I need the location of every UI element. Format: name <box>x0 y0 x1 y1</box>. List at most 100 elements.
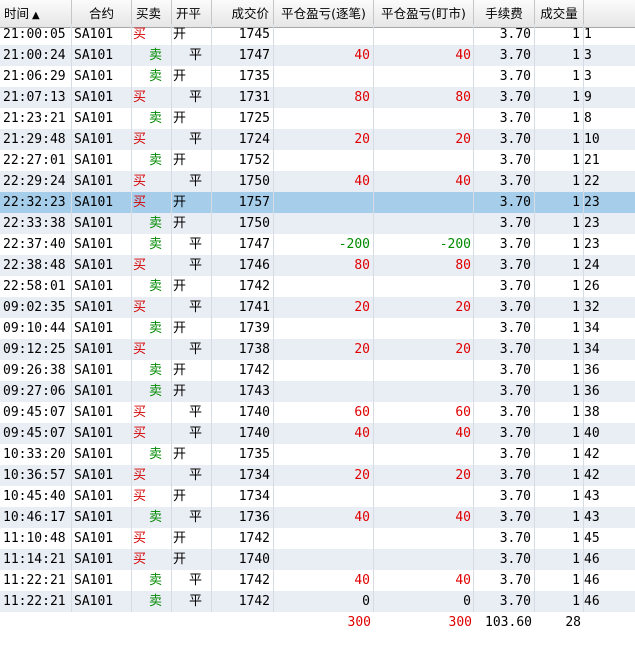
table-row[interactable]: 22:33:38 SA101 卖开 1750 3.70 1 23 <box>0 213 635 234</box>
trade-side: 买 <box>132 423 172 444</box>
table-row[interactable]: 22:37:40 SA101 卖平 1747 -200 -200 3.70 1 23 <box>0 234 635 255</box>
trade-price: 1757 <box>212 192 274 213</box>
trade-extra: 45 <box>584 528 635 549</box>
trade-pnl-mark: 60 <box>374 402 474 423</box>
table-row[interactable]: 21:29:48 SA101 买平 1724 20 20 3.70 1 10 <box>0 129 635 150</box>
trade-contract: SA101 <box>72 570 132 591</box>
table-row[interactable]: 21:00:05 SA101 买开 1745 3.70 1 1 <box>0 24 635 45</box>
trade-pnl-mark: 20 <box>374 297 474 318</box>
trade-pnl-mark: 40 <box>374 507 474 528</box>
table-row[interactable]: 22:27:01 SA101 卖开 1752 3.70 1 21 <box>0 150 635 171</box>
totals-spacer <box>132 612 172 633</box>
table-row[interactable]: 10:36:57 SA101 买平 1734 20 20 3.70 1 42 <box>0 465 635 486</box>
trade-extra: 36 <box>584 381 635 402</box>
trade-side: 卖 <box>132 444 172 465</box>
table-row[interactable]: 10:33:20 SA101 卖开 1735 3.70 1 42 <box>0 444 635 465</box>
table-row[interactable]: 10:45:40 SA101 买 开 1734 3.70 1 43 <box>0 486 635 507</box>
offset-open: 开 <box>173 384 187 399</box>
trade-pnl-trade <box>274 318 374 339</box>
table-row[interactable]: 09:27:06 SA101 卖开 1743 3.70 1 36 <box>0 381 635 402</box>
side-sell: 卖 <box>149 384 163 399</box>
trade-price: 1724 <box>212 129 274 150</box>
table-row[interactable]: 10:46:17 SA101 卖平 1736 40 40 3.70 1 43 <box>0 507 635 528</box>
trade-contract: SA101 <box>72 129 132 150</box>
trade-pnl-mark <box>374 360 474 381</box>
column-header-volume[interactable]: 成交量 <box>535 0 584 27</box>
table-row[interactable]: 11:14:21 SA101 买 开 1740 3.70 1 46 <box>0 549 635 570</box>
trade-extra: 32 <box>584 297 635 318</box>
side-buy: 买 <box>133 552 147 567</box>
trade-open-close: 开 <box>172 381 212 402</box>
trade-time: 21:06:29 <box>0 66 72 87</box>
trade-side: 买 <box>132 528 172 549</box>
side-sell: 卖 <box>149 216 163 231</box>
trade-time: 11:22:21 <box>0 570 72 591</box>
column-header-pnl-mark[interactable]: 平仓盈亏(盯市) <box>374 0 474 27</box>
trade-side: 卖 <box>132 234 172 255</box>
table-row[interactable]: 11:22:21 SA101 卖平 1742 0 0 3.70 1 46 <box>0 591 635 612</box>
trade-side: 卖 <box>132 45 172 66</box>
trade-extra: 43 <box>584 507 635 528</box>
total-fee: 103.60 <box>485 615 532 630</box>
column-header-price[interactable]: 成交价 <box>212 0 274 27</box>
trade-pnl-trade: 80 <box>274 255 374 276</box>
table-row[interactable]: 21:06:29 SA101 卖开 1735 3.70 1 3 <box>0 66 635 87</box>
trade-price: 1738 <box>212 339 274 360</box>
table-row[interactable]: 09:26:38 SA101 卖开 1742 3.70 1 36 <box>0 360 635 381</box>
trade-volume: 1 <box>535 360 584 381</box>
table-row[interactable]: 11:10:48 SA101 买 开 1742 3.70 1 45 <box>0 528 635 549</box>
table-row[interactable]: 22:38:48 SA101 买平 1746 80 80 3.70 1 24 <box>0 255 635 276</box>
table-row[interactable]: 09:45:07 SA101 买平 1740 60 60 3.70 1 38 <box>0 402 635 423</box>
table-row[interactable]: 21:23:21 SA101 卖开 1725 3.70 1 8 <box>0 108 635 129</box>
trade-pnl-trade <box>274 24 374 45</box>
column-header-extra[interactable] <box>584 0 635 27</box>
side-sell: 卖 <box>149 363 163 378</box>
trade-price: 1740 <box>212 549 274 570</box>
column-header-fee[interactable]: 手续费 <box>474 0 535 27</box>
column-header-contract[interactable]: 合约 <box>72 0 132 27</box>
trade-fee: 3.70 <box>474 528 535 549</box>
trade-open-close: 开 <box>172 108 212 129</box>
side-sell: 卖 <box>149 111 163 126</box>
trade-side: 卖 <box>132 213 172 234</box>
column-header-side[interactable]: 买卖 <box>132 0 172 27</box>
trade-price: 1725 <box>212 108 274 129</box>
offset-close: 平 <box>189 573 203 588</box>
trade-fee: 3.70 <box>474 507 535 528</box>
table-row[interactable]: 22:29:24 SA101 买平 1750 40 40 3.70 1 22 <box>0 171 635 192</box>
table-row[interactable]: 09:12:25 SA101 买平 1738 20 20 3.70 1 34 <box>0 339 635 360</box>
trade-contract: SA101 <box>72 150 132 171</box>
trade-fee: 3.70 <box>474 591 535 612</box>
trade-pnl-trade: 40 <box>274 423 374 444</box>
trade-pnl-mark <box>374 318 474 339</box>
trade-contract: SA101 <box>72 297 132 318</box>
trade-side: 买 <box>132 402 172 423</box>
trade-contract: SA101 <box>72 591 132 612</box>
table-row[interactable]: 09:02:35 SA101 买平 1741 20 20 3.70 1 32 <box>0 297 635 318</box>
trade-fee: 3.70 <box>474 213 535 234</box>
trade-extra: 43 <box>584 486 635 507</box>
table-row[interactable]: 22:58:01 SA101 卖开 1742 3.70 1 26 <box>0 276 635 297</box>
totals-spacer <box>172 612 212 633</box>
trade-price: 1742 <box>212 570 274 591</box>
side-buy: 买 <box>133 342 147 357</box>
table-row[interactable]: 09:10:44 SA101 卖开 1739 3.70 1 34 <box>0 318 635 339</box>
table-row[interactable]: 11:22:21 SA101 卖平 1742 40 40 3.70 1 46 <box>0 570 635 591</box>
trade-side: 卖 <box>132 276 172 297</box>
table-row[interactable]: 09:45:07 SA101 买平 1740 40 40 3.70 1 40 <box>0 423 635 444</box>
table-row[interactable]: 22:32:23 SA101 买 开 1757 3.70 1 23 <box>0 192 635 213</box>
table-row[interactable]: 21:00:24 SA101 卖平 1747 40 40 3.70 1 3 <box>0 45 635 66</box>
trade-contract: SA101 <box>72 339 132 360</box>
offset-close: 平 <box>189 594 203 609</box>
trade-side: 买 <box>132 297 172 318</box>
column-header-pnl-trade[interactable]: 平仓盈亏(逐笔) <box>274 0 374 27</box>
trade-pnl-trade <box>274 549 374 570</box>
trade-side: 卖 <box>132 381 172 402</box>
table-row[interactable]: 21:07:13 SA101 买平 1731 80 80 3.70 1 9 <box>0 87 635 108</box>
side-buy: 买 <box>133 258 147 273</box>
column-header-open-close[interactable]: 开平 <box>172 0 212 27</box>
trade-extra: 34 <box>584 339 635 360</box>
trade-extra: 23 <box>584 213 635 234</box>
column-header-time[interactable]: 时间 ▲ <box>0 0 72 27</box>
side-sell: 卖 <box>149 237 163 252</box>
